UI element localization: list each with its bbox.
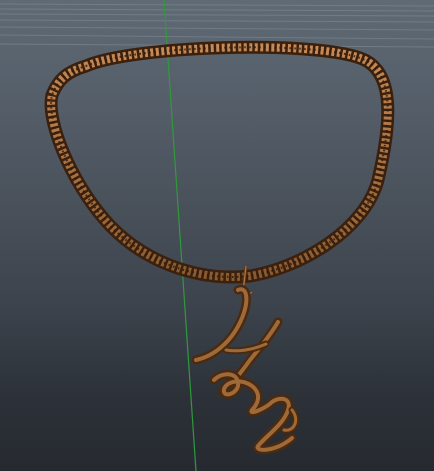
hers-pendant[interactable] <box>191 284 300 455</box>
y-axis-line <box>163 0 197 471</box>
chain-necklace[interactable] <box>44 40 395 284</box>
ground-grid <box>0 3 434 48</box>
maya-3d-viewport[interactable] <box>0 0 434 471</box>
viewport-canvas <box>0 0 434 471</box>
